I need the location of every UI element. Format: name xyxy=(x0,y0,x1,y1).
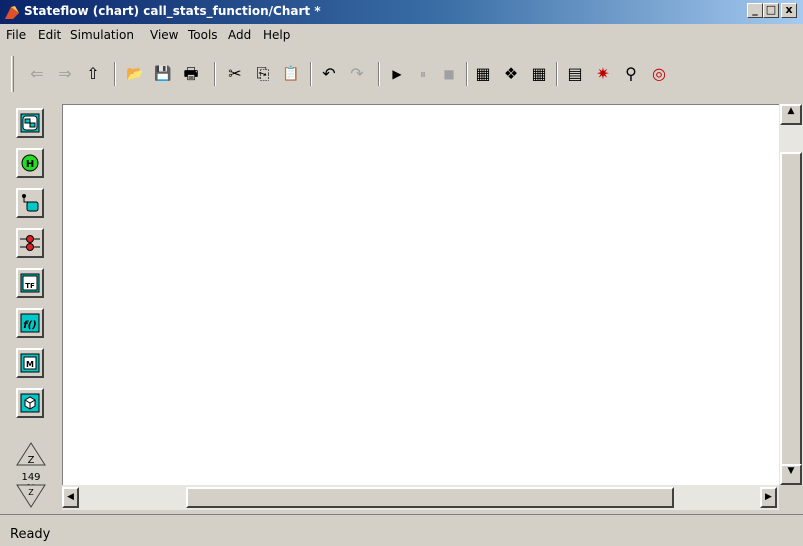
up-arrow-icon[interactable]: ⇧ xyxy=(84,65,102,83)
stop-simulation-icon[interactable]: ■ xyxy=(440,65,458,83)
stateflow-app-icon xyxy=(5,6,19,19)
menu-simulation[interactable]: Simulation xyxy=(70,28,134,42)
truth-table-icon: TF xyxy=(20,273,40,293)
toolbar-separator xyxy=(214,62,216,86)
minimize-button[interactable]: _ xyxy=(747,3,763,18)
menu-edit[interactable]: Edit xyxy=(38,28,61,42)
menu-bar: File Edit Simulation View Tools Add Help xyxy=(0,24,803,46)
title-bar: Stateflow (chart) call_stats_function/Ch… xyxy=(0,0,803,24)
find-icon[interactable]: ⚲ xyxy=(622,65,640,83)
state-icon xyxy=(20,113,40,133)
truth-table-tool[interactable]: TF xyxy=(16,268,44,298)
toolbar-separator xyxy=(556,62,558,86)
status-text: Ready xyxy=(10,527,51,542)
horizontal-scrollbar[interactable]: ◀ ▶ xyxy=(62,485,779,510)
embedded-matlab-label: M xyxy=(26,360,34,369)
connective-junction-icon xyxy=(20,235,40,251)
box-icon xyxy=(20,393,40,413)
close-button[interactable]: x xyxy=(781,3,797,18)
default-transition-icon xyxy=(22,194,39,212)
scroll-right-button[interactable]: ▶ xyxy=(760,487,777,508)
zoom-in-button[interactable]: Z xyxy=(16,442,46,466)
toolbar-separator xyxy=(114,62,116,86)
embedded-matlab-tool[interactable]: M xyxy=(16,348,44,378)
toolbar: ⇐ ⇒ ⇧ 📂 💾 🖶 ✂ ⎘ 📋 ↶ ↷ ▶ ⏸ ■ ▦ ❖ ▦ ▤ ✷ ⚲ … xyxy=(0,56,803,92)
history-junction-icon: H xyxy=(21,154,39,172)
menu-view[interactable]: View xyxy=(150,28,178,42)
rebuild-all-icon[interactable]: ▦ xyxy=(530,65,548,83)
status-bar: Ready xyxy=(0,514,803,546)
open-folder-icon[interactable]: 📂 xyxy=(126,65,144,83)
maximize-button[interactable]: □ xyxy=(763,3,779,18)
state-tool[interactable] xyxy=(16,108,44,138)
scroll-up-button[interactable]: ▲ xyxy=(780,104,802,125)
connective-junction-tool[interactable] xyxy=(16,228,44,258)
paste-icon[interactable]: 📋 xyxy=(282,65,300,83)
build-icon[interactable]: ▦ xyxy=(474,65,492,83)
cut-icon[interactable]: ✂ xyxy=(226,65,244,83)
incremental-build-icon[interactable]: ❖ xyxy=(502,65,520,83)
graphical-function-label: f() xyxy=(23,320,37,331)
menu-tools[interactable]: Tools xyxy=(188,28,218,42)
truth-table-label: TF xyxy=(25,282,35,290)
zoom-out-letter: Z xyxy=(28,488,34,497)
scroll-left-button[interactable]: ◀ xyxy=(62,487,79,508)
zoom-in-letter: Z xyxy=(28,455,35,466)
undo-icon[interactable]: ↶ xyxy=(320,65,338,83)
default-transition-tool[interactable] xyxy=(16,188,44,218)
toolbar-separator xyxy=(378,62,380,86)
graphical-function-icon: f() xyxy=(20,313,40,333)
forward-arrow-icon[interactable]: ⇒ xyxy=(56,65,74,83)
chart-canvas[interactable] xyxy=(62,104,779,485)
toolbar-separator xyxy=(466,62,468,86)
embedded-matlab-icon: M xyxy=(20,353,40,373)
redo-icon[interactable]: ↷ xyxy=(348,65,366,83)
back-arrow-icon[interactable]: ⇐ xyxy=(28,65,46,83)
menu-help[interactable]: Help xyxy=(263,28,290,42)
debugger-icon[interactable]: ✷ xyxy=(594,65,612,83)
model-explorer-icon[interactable]: ▤ xyxy=(566,65,584,83)
graphical-function-tool[interactable]: f() xyxy=(16,308,44,338)
toolbar-grip[interactable] xyxy=(11,56,14,92)
save-icon[interactable]: 💾 xyxy=(154,65,172,83)
vertical-scrollbar[interactable]: ▲ ▼ xyxy=(779,104,803,485)
horizontal-scroll-thumb[interactable] xyxy=(186,487,674,508)
history-junction-label: H xyxy=(26,159,34,170)
print-icon[interactable]: 🖶 xyxy=(182,65,200,83)
target-icon[interactable]: ◎ xyxy=(650,65,668,83)
window-title: Stateflow (chart) call_stats_function/Ch… xyxy=(24,4,321,18)
scroll-down-button[interactable]: ▼ xyxy=(780,464,802,485)
pause-simulation-icon[interactable]: ⏸ xyxy=(414,65,432,83)
zoom-control: Z 149 % Z xyxy=(16,442,46,508)
toolbar-separator xyxy=(310,62,312,86)
zoom-out-button[interactable]: Z xyxy=(16,484,46,508)
vertical-scroll-thumb[interactable] xyxy=(780,152,802,470)
menu-add[interactable]: Add xyxy=(228,28,251,42)
stateflow-window: { "window": { "title": "Stateflow (chart… xyxy=(0,0,803,546)
menu-file[interactable]: File xyxy=(6,28,26,42)
box-tool[interactable] xyxy=(16,388,44,418)
history-junction-tool[interactable]: H xyxy=(16,148,44,178)
copy-icon[interactable]: ⎘ xyxy=(254,65,272,83)
start-simulation-icon[interactable]: ▶ xyxy=(388,65,406,83)
